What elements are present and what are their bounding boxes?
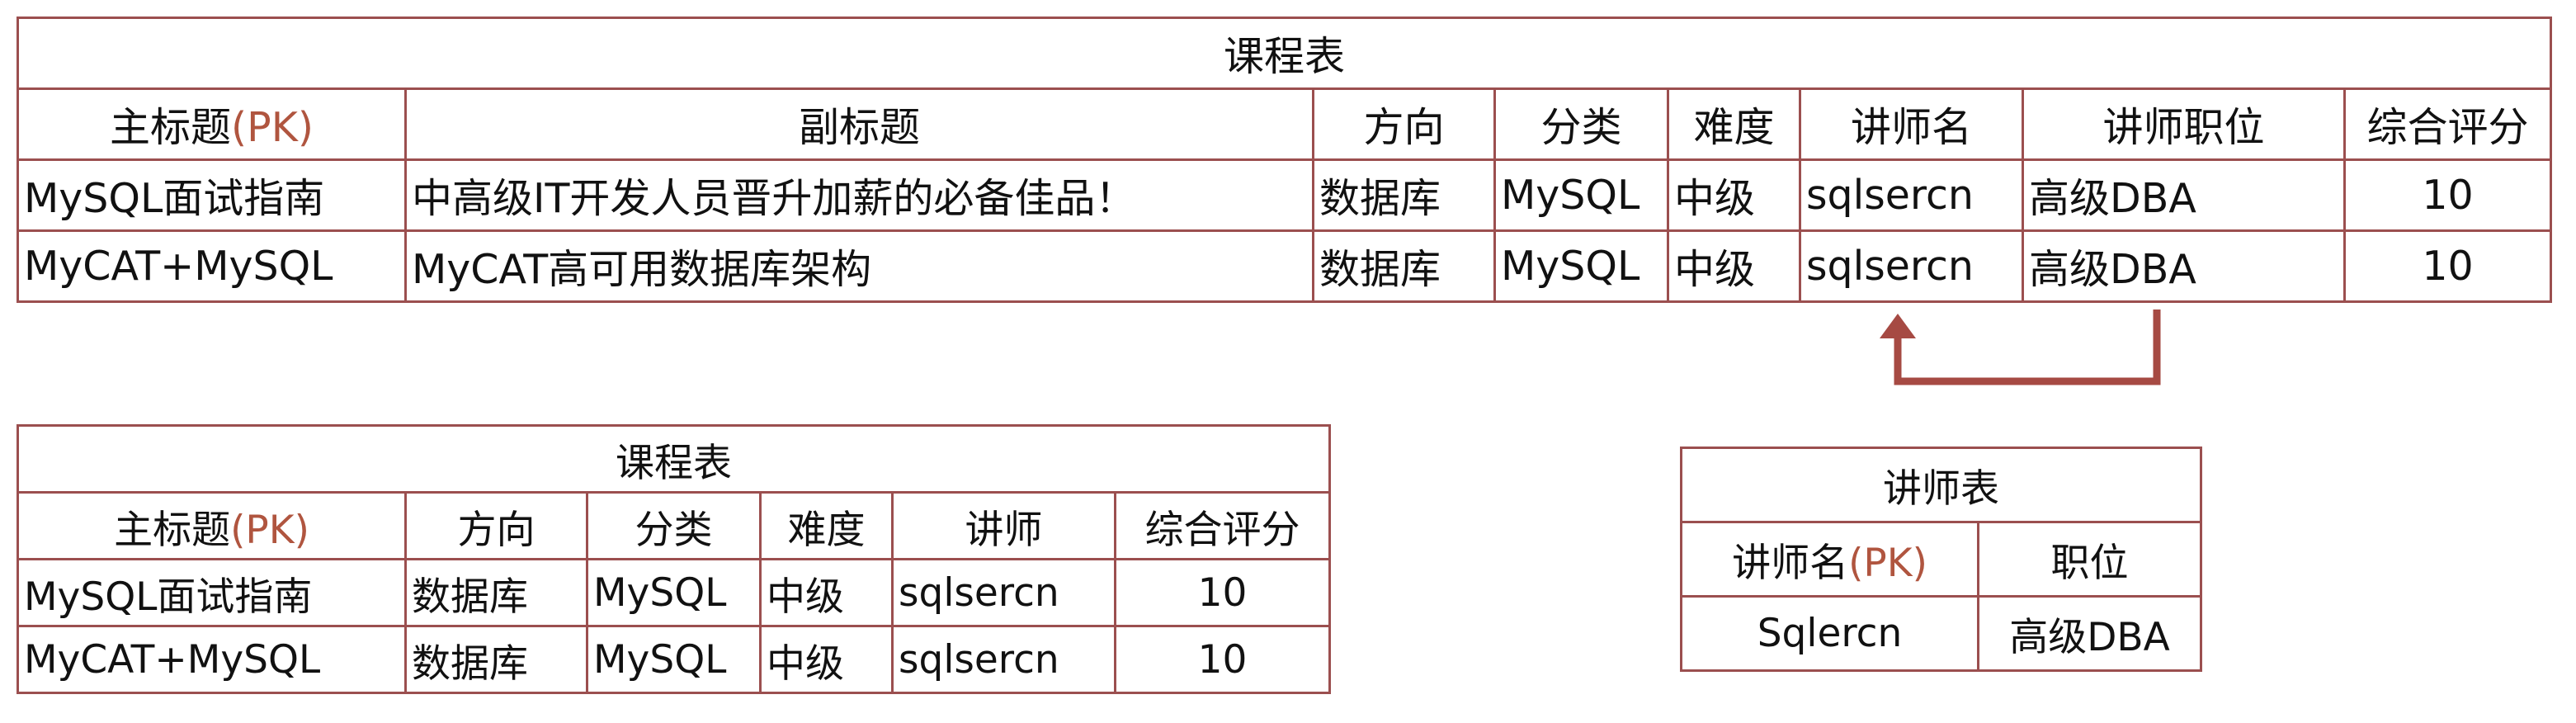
header-direction: 方向 bbox=[1312, 87, 1496, 161]
cell-difficulty: 中级 bbox=[1667, 158, 1801, 232]
pk-marker: (PK) bbox=[231, 104, 314, 151]
course-table-normalized: 课程表 主标题(PK) 方向 分类 难度 讲师 综合评分 MySQL面试指南 数… bbox=[17, 424, 1331, 694]
cell-direction: 数据库 bbox=[404, 558, 588, 627]
cell-main-title: MyCAT+MySQL bbox=[17, 229, 407, 303]
header-teacher-title: 讲师职位 bbox=[2022, 87, 2346, 161]
cell-teacher-title: 高级DBA bbox=[2022, 158, 2346, 232]
table-row: MyCAT+MySQL MyCAT高可用数据库架构 数据库 MySQL 中级 s… bbox=[17, 229, 2552, 303]
cell-teacher: sqlsercn bbox=[891, 625, 1116, 694]
header-direction: 方向 bbox=[404, 491, 588, 560]
header-row: 主标题(PK) 方向 分类 难度 讲师 综合评分 bbox=[17, 491, 1331, 560]
header-rating: 综合评分 bbox=[1114, 491, 1331, 560]
cell-category: MySQL bbox=[1493, 229, 1669, 303]
cell-difficulty: 中级 bbox=[759, 625, 894, 694]
cell-teacher-name: sqlsercn bbox=[1799, 229, 2024, 303]
cell-category: MySQL bbox=[1493, 158, 1669, 232]
cell-subtitle: 中高级IT开发人员晋升加薪的必备佳品！ bbox=[404, 158, 1314, 232]
teacher-table-title: 讲师表 bbox=[1680, 447, 2202, 523]
table-row: Sqlercn 高级DBA bbox=[1680, 595, 2202, 672]
cell-teacher-title: 高级DBA bbox=[2022, 229, 2346, 303]
course-table-full: 课程表 主标题(PK) 副标题 方向 分类 难度 讲师名 讲师职位 综合评分 M… bbox=[17, 17, 2552, 303]
cell-position: 高级DBA bbox=[1977, 595, 2202, 672]
header-subtitle: 副标题 bbox=[404, 87, 1314, 161]
cell-rating: 10 bbox=[1114, 558, 1331, 627]
cell-direction: 数据库 bbox=[404, 625, 588, 694]
table-row: MySQL面试指南 数据库 MySQL 中级 sqlsercn 10 bbox=[17, 558, 1331, 627]
cell-rating: 10 bbox=[2343, 229, 2552, 303]
header-position: 职位 bbox=[1977, 521, 2202, 598]
cell-main-title: MyCAT+MySQL bbox=[17, 625, 407, 694]
pk-marker: (PK) bbox=[1848, 541, 1927, 586]
header-category: 分类 bbox=[586, 491, 762, 560]
header-teacher-name: 讲师名 bbox=[1799, 87, 2024, 161]
cell-teacher-name: sqlsercn bbox=[1799, 158, 2024, 232]
pk-marker: (PK) bbox=[230, 507, 309, 553]
header-teacher: 讲师 bbox=[891, 491, 1116, 560]
header-rating: 综合评分 bbox=[2343, 87, 2552, 161]
header-row: 讲师名(PK) 职位 bbox=[1680, 521, 2202, 598]
cell-main-title: MySQL面试指南 bbox=[17, 158, 407, 232]
cell-rating: 10 bbox=[1114, 625, 1331, 694]
header-teacher-name: 讲师名(PK) bbox=[1680, 521, 1979, 598]
cell-category: MySQL bbox=[586, 558, 762, 627]
teacher-table: 讲师表 讲师名(PK) 职位 Sqlercn 高级DBA bbox=[1680, 447, 2202, 672]
header-row: 主标题(PK) 副标题 方向 分类 难度 讲师名 讲师职位 综合评分 bbox=[17, 87, 2552, 161]
header-category: 分类 bbox=[1493, 87, 1669, 161]
header-difficulty: 难度 bbox=[1667, 87, 1801, 161]
table-row: MyCAT+MySQL 数据库 MySQL 中级 sqlsercn 10 bbox=[17, 625, 1331, 694]
course-table-full-title: 课程表 bbox=[17, 17, 2552, 90]
table-row: MySQL面试指南 中高级IT开发人员晋升加薪的必备佳品！ 数据库 MySQL … bbox=[17, 158, 2552, 232]
cell-rating: 10 bbox=[2343, 158, 2552, 232]
course-table-normalized-title: 课程表 bbox=[17, 424, 1331, 494]
cell-difficulty: 中级 bbox=[1667, 229, 1801, 303]
cell-subtitle: MyCAT高可用数据库架构 bbox=[404, 229, 1314, 303]
header-difficulty: 难度 bbox=[759, 491, 894, 560]
cell-difficulty: 中级 bbox=[759, 558, 894, 627]
cell-main-title: MySQL面试指南 bbox=[17, 558, 407, 627]
header-main-title: 主标题(PK) bbox=[17, 87, 407, 161]
dependency-arrowhead bbox=[1880, 314, 1916, 338]
cell-category: MySQL bbox=[586, 625, 762, 694]
cell-direction: 数据库 bbox=[1312, 229, 1496, 303]
cell-teacher-name: Sqlercn bbox=[1680, 595, 1979, 672]
cell-teacher: sqlsercn bbox=[891, 558, 1116, 627]
dependency-arrow-line bbox=[1894, 310, 2161, 385]
header-main-title: 主标题(PK) bbox=[17, 491, 407, 560]
cell-direction: 数据库 bbox=[1312, 158, 1496, 232]
